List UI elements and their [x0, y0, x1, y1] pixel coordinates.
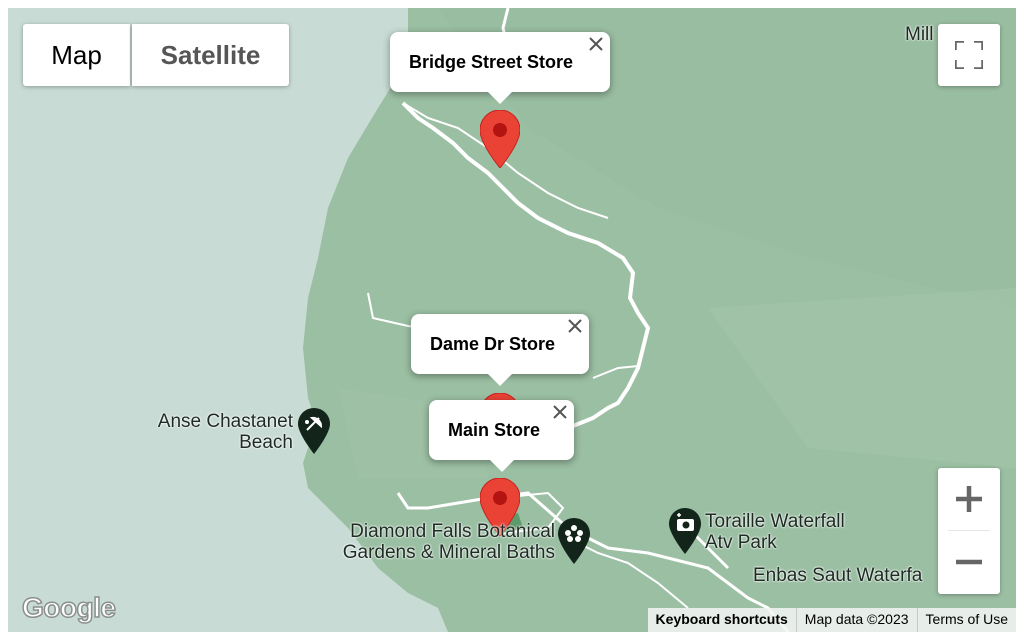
fullscreen-icon [955, 41, 983, 69]
close-icon[interactable] [588, 36, 604, 52]
plus-icon [956, 486, 982, 512]
map-type-map-button[interactable]: Map [23, 24, 130, 86]
poi-label-line1: Diamond Falls Botanical [350, 521, 555, 542]
map-footer: Keyboard shortcuts Map data ©2023 Terms … [647, 608, 1016, 632]
map-type-control: Map Satellite [23, 24, 289, 86]
poi-label-line2: Beach [239, 432, 293, 453]
beach-umbrella-icon[interactable] [298, 408, 330, 454]
info-window-title: Main Store [448, 419, 541, 440]
poi-label-diamond-falls[interactable]: Diamond Falls Botanical Gardens & Minera… [315, 521, 555, 563]
zoom-control [938, 468, 1000, 594]
terms-of-use-link[interactable]: Terms of Use [916, 608, 1016, 632]
poi-label-toraille-waterfall[interactable]: Toraille Waterfall Atv Park [705, 511, 845, 553]
poi-label-anse-chastanet-beach[interactable]: Anse Chastanet Beach [140, 411, 293, 453]
fullscreen-button[interactable] [938, 24, 1000, 86]
minus-icon [956, 559, 982, 565]
info-window-title: Bridge Street Store [409, 51, 574, 72]
info-window-title: Dame Dr Store [430, 333, 556, 354]
info-window-dame-dr-store: Dame Dr Store [411, 314, 589, 386]
close-icon[interactable] [567, 318, 583, 334]
poi-label-line2: Atv Park [705, 532, 777, 553]
info-window-main-store: Main Store [429, 400, 574, 472]
poi-label-line2: Gardens & Mineral Baths [342, 542, 555, 563]
zoom-in-button[interactable] [938, 468, 1000, 530]
zoom-out-button[interactable] [938, 531, 1000, 593]
google-logo[interactable]: Google [21, 591, 116, 624]
flower-icon[interactable] [558, 518, 590, 564]
map-type-satellite-button[interactable]: Satellite [132, 24, 289, 86]
poi-label-line1: Anse Chastanet [157, 411, 293, 432]
poi-label-enbas-saut-waterfall[interactable]: Enbas Saut Waterfa [753, 565, 922, 586]
keyboard-shortcuts-button[interactable]: Keyboard shortcuts [647, 608, 796, 632]
poi-label-mill: Mill [905, 24, 934, 45]
map-data-attribution: Map data ©2023 [795, 608, 917, 632]
close-icon[interactable] [552, 404, 568, 420]
poi-label-line1: Toraille Waterfall [705, 511, 845, 532]
marker-bridge-street-store[interactable] [480, 110, 520, 168]
camera-icon[interactable] [669, 508, 701, 554]
info-window-bridge-street-store: Bridge Street Store [390, 32, 610, 104]
map-canvas[interactable]: Map Satellite Mill Bridge Street Store D… [8, 8, 1016, 632]
